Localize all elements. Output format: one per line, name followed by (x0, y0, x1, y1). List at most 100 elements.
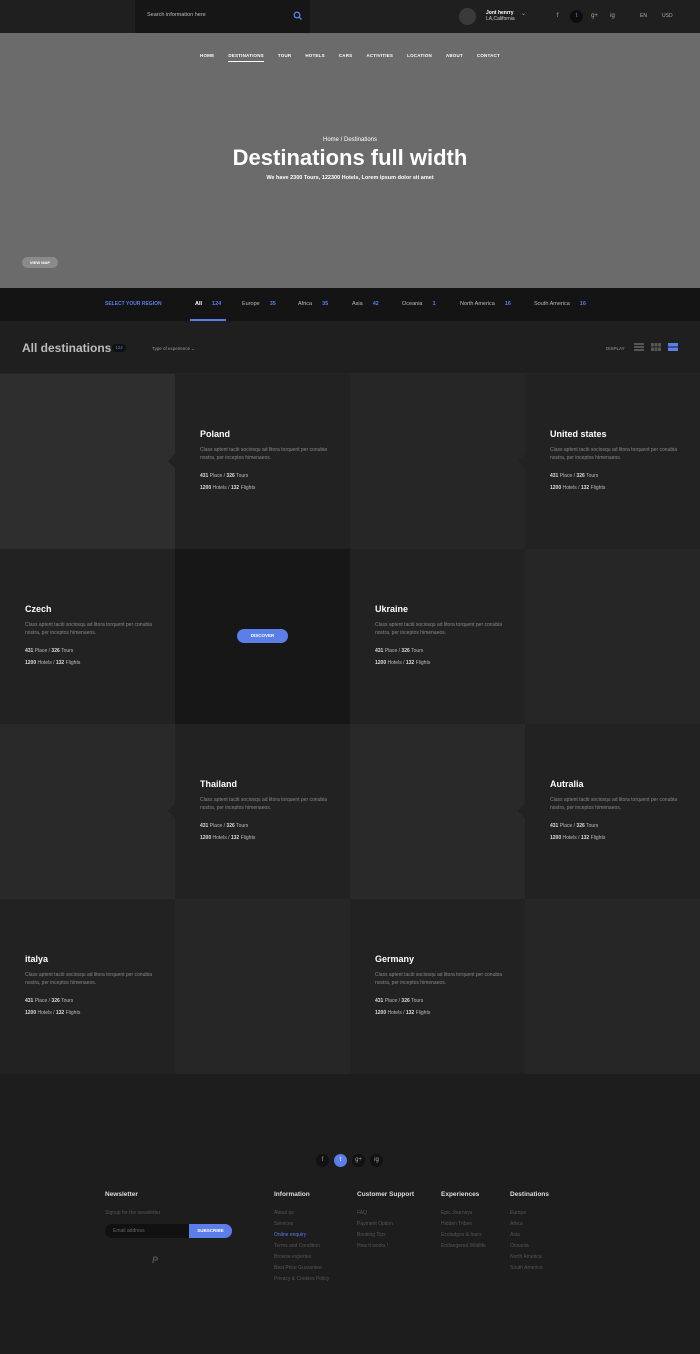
region-tab-europe[interactable]: Europe 35 (242, 301, 276, 307)
breadcrumb[interactable]: Home / Destinations (0, 137, 700, 143)
footer-link[interactable]: South America (510, 1263, 543, 1274)
search-input[interactable]: Search information here (147, 12, 206, 18)
footer-link[interactable]: How it works ! (357, 1241, 393, 1252)
footer-link[interactable]: Browse expertes (274, 1252, 329, 1263)
destination-name[interactable]: Czech (25, 604, 52, 614)
destination-stats-places: 431 Place / 326 Tours (375, 648, 424, 654)
main-nav: HOME DESTINATIONS TOUR HOTELS CARS ACTIV… (0, 53, 700, 63)
destination-name[interactable]: Thailand (200, 779, 237, 789)
twitter-icon[interactable]: t (334, 1154, 347, 1167)
destination-name[interactable]: Poland (200, 429, 230, 439)
google-plus-icon[interactable]: g+ (588, 10, 601, 23)
footer-link[interactable]: Africa (510, 1219, 543, 1230)
destination-image[interactable] (525, 899, 700, 1074)
search-icon[interactable] (293, 11, 303, 21)
nav-cars[interactable]: CARS (339, 53, 353, 61)
tile-view-icon[interactable] (668, 343, 678, 351)
destination-card[interactable]: Germany Class aptent taciti sociosqu ad … (350, 899, 525, 1074)
facebook-icon[interactable]: f (316, 1154, 329, 1167)
twitter-icon[interactable]: t (570, 10, 583, 23)
destination-image[interactable] (0, 724, 175, 899)
destination-stats-places: 431 Place / 326 Tours (25, 998, 74, 1004)
destinations-list: Europe Africa Asia Oceania North America… (510, 1208, 543, 1274)
destination-image[interactable] (175, 899, 350, 1074)
destination-description: Class aptent taciti sociosqu ad litora t… (375, 622, 503, 636)
destination-card[interactable]: Poland Class aptent taciti sociosqu ad l… (167, 374, 350, 549)
destination-name[interactable]: Germany (375, 954, 414, 964)
destination-card[interactable]: Autralia Class aptent taciti sociosqu ad… (517, 724, 700, 899)
discover-button[interactable]: DISCOVER (237, 629, 288, 643)
footer-link[interactable]: Best Price Guarantee (274, 1263, 329, 1274)
destination-card[interactable]: Thailand Class aptent taciti sociosqu ad… (167, 724, 350, 899)
nav-hotels[interactable]: HOTELS (305, 53, 324, 61)
footer-link[interactable]: Ecolodges & tours (441, 1230, 486, 1241)
destination-card[interactable]: Ukraine Class aptent taciti sociosqu ad … (350, 549, 525, 724)
footer-link[interactable]: Payment Option (357, 1219, 393, 1230)
search-box[interactable]: Search information here (135, 0, 310, 33)
nav-contact[interactable]: CONTACT (477, 53, 500, 61)
facebook-icon[interactable]: f (551, 10, 564, 23)
nav-activities[interactable]: ACTIVITIES (366, 53, 393, 61)
nav-tour[interactable]: TOUR (278, 53, 291, 61)
destination-image[interactable] (350, 374, 525, 549)
region-tab-south-america[interactable]: South America 16 (534, 301, 586, 307)
instagram-icon[interactable]: ig (370, 1154, 383, 1167)
destination-description: Class aptent taciti sociosqu ad litora t… (25, 622, 153, 636)
destination-image[interactable] (525, 549, 700, 724)
footer-link[interactable]: Terms and Condition (274, 1241, 329, 1252)
destination-name[interactable]: italya (25, 954, 48, 964)
region-tab-north-america[interactable]: North America 16 (460, 301, 511, 307)
destination-name[interactable]: Ukraine (375, 604, 408, 614)
email-field[interactable]: Email address (105, 1224, 190, 1238)
destination-image[interactable] (0, 374, 175, 549)
hero-banner: HOME DESTINATIONS TOUR HOTELS CARS ACTIV… (0, 33, 700, 288)
footer-link[interactable]: Hidden Tribes (441, 1219, 486, 1230)
footer-link[interactable]: About us (274, 1208, 329, 1219)
footer-link[interactable]: FAQ (357, 1208, 393, 1219)
grid-view-icon[interactable] (651, 343, 661, 351)
destination-image[interactable] (350, 724, 525, 899)
destination-image-hover[interactable]: DISCOVER (175, 549, 350, 724)
destination-stats-places: 431 Place / 326 Tours (200, 473, 249, 479)
count-badge: 124 (112, 344, 126, 352)
experience-type-select[interactable]: Type of experience ⌄ (152, 346, 195, 352)
destinations-heading: Destinations (510, 1191, 550, 1198)
footer-link[interactable]: Europe (510, 1208, 543, 1219)
footer-link[interactable]: Endangered Wildlife (441, 1241, 486, 1252)
region-tab-africa[interactable]: Africa 35 (298, 301, 328, 307)
google-plus-icon[interactable]: g+ (352, 1154, 365, 1167)
footer-link[interactable]: Epic Journeys (441, 1208, 486, 1219)
nav-about[interactable]: ABOUT (446, 53, 463, 61)
footer-link[interactable]: Online enquiry (274, 1230, 329, 1241)
footer-link[interactable]: Oceania (510, 1241, 543, 1252)
footer-link[interactable]: Booking Tips (357, 1230, 393, 1241)
region-tab-asia[interactable]: Asia 42 (352, 301, 379, 307)
nav-location[interactable]: LOCATION (407, 53, 432, 61)
subscribe-button[interactable]: SUBSCRIBE (189, 1224, 232, 1238)
nav-destinations[interactable]: DESTINATIONS (228, 53, 264, 62)
region-tab-oceania[interactable]: Oceania 1 (402, 301, 436, 307)
view-map-button[interactable]: VIEW MAP (22, 257, 58, 268)
footer-link[interactable]: Privacy & Cookies Policy (274, 1274, 329, 1285)
list-view-icon[interactable] (634, 343, 644, 351)
destination-card[interactable]: italya Class aptent taciti sociosqu ad l… (0, 899, 175, 1074)
destination-card[interactable]: Czech Class aptent taciti sociosqu ad li… (0, 549, 175, 724)
destination-name[interactable]: United states (550, 429, 607, 439)
region-tab-all[interactable]: All 124 (195, 301, 221, 307)
region-tab-label: All (195, 301, 203, 307)
avatar[interactable] (459, 8, 476, 25)
footer-link[interactable]: Services (274, 1219, 329, 1230)
language-select[interactable]: EN (640, 13, 647, 19)
display-label: DISPLAY (606, 346, 625, 351)
destinations-toolbar: All destinations 124 Type of experience … (0, 321, 700, 374)
region-tab-count: 35 (322, 301, 329, 307)
destination-name[interactable]: Autralia (550, 779, 584, 789)
currency-select[interactable]: USD (662, 13, 673, 19)
instagram-icon[interactable]: ig (606, 10, 619, 23)
destination-card[interactable]: United states Class aptent taciti socios… (517, 374, 700, 549)
region-tab-count: 42 (372, 301, 379, 307)
footer-link[interactable]: North America (510, 1252, 543, 1263)
nav-home[interactable]: HOME (200, 53, 214, 61)
chevron-down-icon[interactable]: ⌄ (521, 10, 526, 17)
footer-link[interactable]: Asia (510, 1230, 543, 1241)
